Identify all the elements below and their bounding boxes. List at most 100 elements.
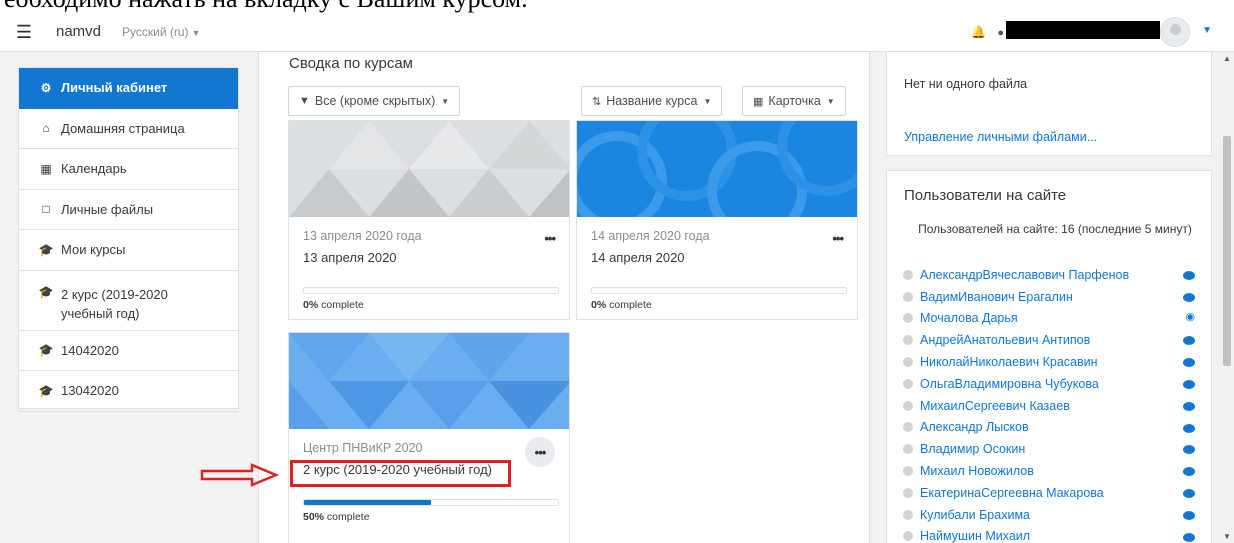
message-icon[interactable] xyxy=(1183,292,1195,302)
user-icon xyxy=(903,269,913,280)
user-name[interactable]: ВадимИванович Ерагалин xyxy=(920,290,1073,304)
course-name[interactable]: 13 апреля 2020 xyxy=(303,250,555,265)
more-options-icon[interactable]: ••• xyxy=(525,437,555,467)
online-users-block: Пользователи на сайте Пользователей на с… xyxy=(886,170,1212,543)
user-icon xyxy=(903,509,913,520)
sidebar-item-dashboard[interactable]: ⚙ Личный кабинет xyxy=(19,68,238,109)
list-item[interactable]: АндрейАнатольевич Антипов xyxy=(903,329,1203,351)
message-icon[interactable] xyxy=(1183,488,1195,498)
course-name[interactable]: 14 апреля 2020 xyxy=(591,250,843,265)
user-name[interactable]: Кулибали Брахима xyxy=(920,508,1030,522)
files-empty-text: Нет ни одного файла xyxy=(904,77,1028,91)
user-name[interactable]: АлександрВячеславович Парфенов xyxy=(920,268,1129,282)
message-icon[interactable] xyxy=(1183,379,1195,389)
view-dropdown[interactable]: ▦ Карточка ▼ xyxy=(742,86,846,116)
graduation-cap-icon: 🎓 xyxy=(38,284,54,299)
calendar-icon: ▦ xyxy=(40,161,52,176)
user-menu-chevron-icon[interactable]: ▼ xyxy=(1202,25,1212,36)
user-name[interactable]: НиколайНиколаевич Красавин xyxy=(920,355,1098,369)
course-card[interactable]: Центр ПНВиКР 2020 2 курс (2019-2020 учеб… xyxy=(288,332,570,543)
manage-files-link[interactable]: Управление личными файлами... xyxy=(904,130,1097,144)
filter-dropdown[interactable]: ▼ Все (кроме скрытых) ▼ xyxy=(288,86,461,116)
progress-percent: 0% xyxy=(303,299,319,311)
sidebar-item-private-files[interactable]: □ Личные файлы xyxy=(19,190,238,230)
grid-icon: ▦ xyxy=(753,95,764,108)
user-name[interactable]: Александр Лысков xyxy=(920,420,1029,434)
progress-text: 0% complete xyxy=(303,299,555,311)
course-image[interactable] xyxy=(289,333,569,429)
progress-fill xyxy=(304,500,431,505)
list-item[interactable]: Наймушин Михаил xyxy=(903,526,1203,543)
user-name[interactable]: МихаилСергеевич Казаев xyxy=(920,399,1070,413)
progress-bar xyxy=(303,499,559,506)
avatar[interactable] xyxy=(1160,17,1190,47)
sidebar-item-my-courses[interactable]: 🎓 Мои курсы xyxy=(19,230,238,271)
course-image-pattern xyxy=(577,121,857,217)
private-files-block: Нет ни одного файла Управление личными ф… xyxy=(886,52,1212,156)
course-card[interactable]: 13 апреля 2020 года 13 апреля 2020 ••• 0… xyxy=(288,120,570,320)
list-item[interactable]: ЕкатеринаСергеевна Макарова xyxy=(903,482,1203,504)
more-options-icon[interactable]: ••• xyxy=(544,231,556,246)
list-item[interactable]: Александр Лысков xyxy=(903,417,1203,439)
course-category: Центр ПНВиКР 2020 xyxy=(303,441,423,455)
message-icon[interactable]: ● xyxy=(997,27,1004,39)
message-icon[interactable] xyxy=(1183,467,1195,477)
page-scrollbar[interactable]: ▲ ▼ xyxy=(1220,52,1234,543)
user-name[interactable]: Михаил Новожилов xyxy=(920,464,1034,478)
bell-icon[interactable]: 🔔 xyxy=(971,25,986,39)
list-item[interactable]: НиколайНиколаевич Красавин xyxy=(903,351,1203,373)
moodle-dashboard-screenshot: еобходимо нажать на вкладку с Вашим курс… xyxy=(0,0,1234,543)
sidebar-item-label: Календарь xyxy=(61,161,127,177)
list-item[interactable]: МихаилСергеевич Казаев xyxy=(903,395,1203,417)
online-users-list: АлександрВячеславович Парфенов ВадимИван… xyxy=(903,264,1203,543)
user-name[interactable]: ЕкатеринаСергеевна Макарова xyxy=(920,486,1104,500)
course-card-body: 13 апреля 2020 года 13 апреля 2020 ••• 0… xyxy=(289,217,569,319)
scroll-down-icon[interactable]: ▼ xyxy=(1223,532,1231,541)
sort-dropdown[interactable]: ⇅ Название курса ▼ xyxy=(581,86,723,116)
message-icon[interactable] xyxy=(1183,445,1195,455)
filter-icon: ▼ xyxy=(299,95,310,107)
user-name[interactable]: ОльгаВладимировна Чубукова xyxy=(920,377,1099,391)
scrollbar-thumb[interactable] xyxy=(1223,136,1231,366)
message-icon[interactable] xyxy=(1183,358,1195,368)
site-name[interactable]: namvd xyxy=(56,23,101,40)
sidebar-item-13042020[interactable]: 🎓 13042020 xyxy=(19,371,238,412)
block-title: Пользователи на сайте xyxy=(904,187,1067,204)
language-menu[interactable]: Русский (ru) ▼ xyxy=(122,25,200,39)
user-name[interactable]: Владимир Осокин xyxy=(920,442,1025,456)
list-item[interactable]: Михаил Новожилов xyxy=(903,460,1203,482)
sidebar-item-calendar[interactable]: ▦ Календарь xyxy=(19,149,238,190)
scroll-up-icon[interactable]: ▲ xyxy=(1223,54,1231,63)
eye-icon[interactable]: ◉ xyxy=(1185,310,1195,323)
list-item[interactable]: Кулибали Брахима xyxy=(903,504,1203,526)
list-item[interactable]: ВадимИванович Ерагалин xyxy=(903,286,1203,308)
progress-text: 50% complete xyxy=(303,511,555,523)
sidebar-item-14042020[interactable]: 🎓 14042020 xyxy=(19,331,238,371)
list-item[interactable]: Владимир Осокин xyxy=(903,438,1203,460)
sidebar-item-home[interactable]: ⌂ Домашняя страница xyxy=(19,109,238,149)
progress-complete-label: complete xyxy=(606,299,652,311)
more-options-icon[interactable]: ••• xyxy=(832,231,844,246)
user-name[interactable]: АндрейАнатольевич Антипов xyxy=(920,333,1090,347)
course-image[interactable] xyxy=(577,121,857,217)
sidebar-item-label: Личные файлы xyxy=(61,201,154,217)
list-item[interactable]: АлександрВячеславович Парфенов xyxy=(903,264,1203,286)
message-icon[interactable] xyxy=(1183,423,1195,433)
message-icon[interactable] xyxy=(1183,336,1195,346)
graduation-cap-icon: 🎓 xyxy=(38,242,54,257)
list-item[interactable]: ОльгаВладимировна Чубукова xyxy=(903,373,1203,395)
list-item[interactable]: Мочалова Дарья ◉ xyxy=(903,308,1203,330)
hamburger-icon[interactable]: ☰ xyxy=(12,19,36,45)
message-icon[interactable] xyxy=(1183,532,1195,542)
course-image[interactable] xyxy=(289,121,569,217)
message-icon[interactable] xyxy=(1183,510,1195,520)
message-icon[interactable] xyxy=(1183,271,1195,280)
course-card[interactable]: 14 апреля 2020 года 14 апреля 2020 ••• 0… xyxy=(576,120,858,320)
sidebar-item-course-2[interactable]: 🎓 2 курс (2019-2020 учебный год) xyxy=(19,271,238,331)
annotation-arrow-icon xyxy=(200,463,280,487)
progress-complete-label: complete xyxy=(324,511,370,523)
chevron-down-icon: ▼ xyxy=(191,28,201,38)
user-name[interactable]: Мочалова Дарья xyxy=(920,311,1018,325)
message-icon[interactable] xyxy=(1183,401,1195,411)
user-name[interactable]: Наймушин Михаил xyxy=(920,529,1030,543)
